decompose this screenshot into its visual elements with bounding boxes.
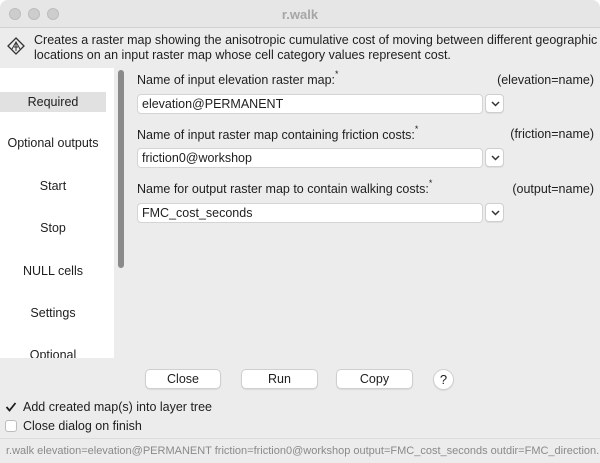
run-button[interactable]: Run <box>241 369 318 389</box>
sidebar-item-null-cells[interactable]: NULL cells <box>0 264 106 280</box>
output-input[interactable] <box>137 203 483 223</box>
add-to-layer-tree-label: Add created map(s) into layer tree <box>23 400 212 414</box>
close-dialog-option[interactable]: Close dialog on finish <box>5 419 265 435</box>
elevation-field-label: Name of input elevation raster map:* <box>137 69 339 88</box>
copy-button[interactable]: Copy <box>336 369 413 389</box>
checkbox-empty-icon[interactable] <box>5 420 17 432</box>
elevation-input[interactable] <box>137 94 483 114</box>
output-field-label: Name for output raster map to contain wa… <box>137 178 433 197</box>
sidebar-item-settings[interactable]: Settings <box>0 306 106 322</box>
friction-input[interactable] <box>137 148 483 168</box>
elevation-dropdown-button[interactable] <box>485 94 504 113</box>
title-bar: r.walk <box>0 0 600 28</box>
output-param-key: (output=name) <box>512 182 594 196</box>
sidebar-item-optional[interactable]: Optional <box>0 348 106 358</box>
grass-module-icon <box>7 37 25 55</box>
window-title: r.walk <box>281 7 319 22</box>
chevron-down-icon <box>491 210 500 216</box>
required-marker: * <box>335 69 339 79</box>
friction-field-label: Name of input raster map containing fric… <box>137 124 419 143</box>
description-line-1: Creates a raster map showing the anisotr… <box>34 33 598 47</box>
close-button[interactable]: Close <box>145 369 221 389</box>
close-dialog-label: Close dialog on finish <box>23 419 142 433</box>
help-button[interactable]: ? <box>433 369 454 390</box>
sidebar-item-required[interactable]: Required <box>0 92 106 112</box>
friction-dropdown-button[interactable] <box>485 148 504 167</box>
chevron-down-icon <box>491 101 500 107</box>
add-to-layer-tree-option[interactable]: Add created map(s) into layer tree <box>5 400 265 416</box>
sidebar: Required Optional outputs Start Stop NUL… <box>0 68 114 358</box>
friction-param-key: (friction=name) <box>510 127 594 141</box>
sidebar-item-start[interactable]: Start <box>0 179 106 195</box>
elevation-param-key: (elevation=name) <box>497 73 594 87</box>
chevron-down-icon <box>491 155 500 161</box>
output-dropdown-button[interactable] <box>485 203 504 222</box>
module-description: Creates a raster map showing the anisotr… <box>34 33 600 63</box>
sidebar-item-optional-outputs[interactable]: Optional outputs <box>0 136 106 152</box>
description-line-2: locations on an input raster map whose c… <box>34 48 451 62</box>
command-preview-bar: r.walk elevation=elevation@PERMANENT fri… <box>0 438 600 463</box>
checkmark-icon[interactable] <box>5 401 17 413</box>
required-marker: * <box>428 178 433 188</box>
r-walk-dialog: r.walk Creates a raster map showing the … <box>0 0 600 463</box>
required-marker: * <box>414 124 419 134</box>
command-preview-text: r.walk elevation=elevation@PERMANENT fri… <box>6 445 600 457</box>
sidebar-item-stop[interactable]: Stop <box>0 221 106 237</box>
sidebar-scrollbar-thumb[interactable] <box>118 70 124 268</box>
